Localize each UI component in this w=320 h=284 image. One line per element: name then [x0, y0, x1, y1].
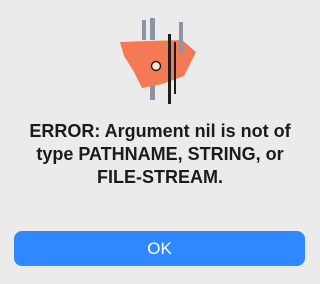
application-icon	[120, 18, 196, 104]
alert-dialog: ERROR: Argument nil is not of type PATHN…	[0, 0, 320, 284]
ok-button[interactable]: OK	[14, 231, 305, 266]
error-message: ERROR: Argument nil is not of type PATHN…	[29, 121, 291, 187]
ok-button-label: OK	[147, 238, 172, 258]
